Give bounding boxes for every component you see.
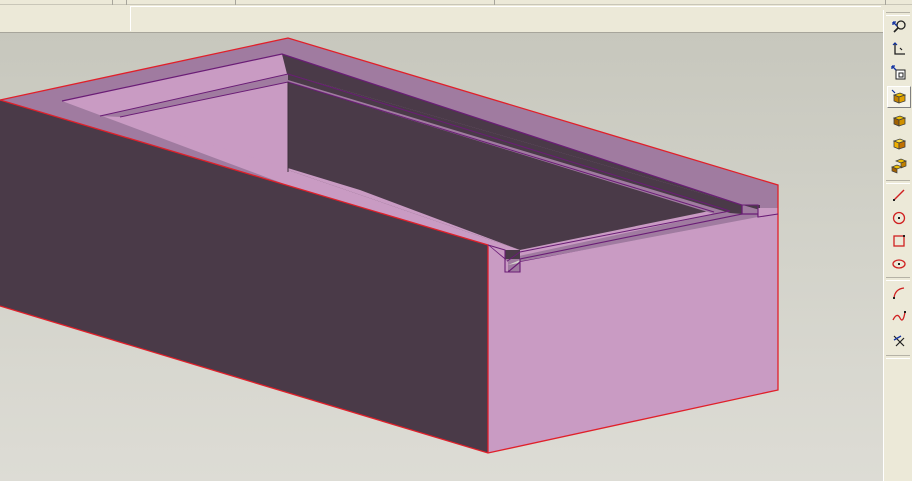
multi-cube-icon — [891, 158, 907, 174]
toolbar-separator — [235, 0, 236, 5]
rectangle-tool-icon — [893, 235, 905, 247]
toolbar-separator — [885, 0, 886, 5]
zoom-window-button[interactable] — [887, 62, 911, 84]
trim-tool-button[interactable] — [887, 330, 911, 352]
wireframe-cube-icon — [892, 138, 907, 150]
wireframe-view-button[interactable] — [887, 132, 911, 154]
shaded-cube-icon — [891, 89, 907, 104]
toolbar-separator — [112, 0, 113, 5]
zoom-view-icon — [892, 20, 906, 33]
ellipse-tool-button[interactable] — [887, 253, 911, 275]
line-tool-button[interactable] — [887, 184, 911, 206]
shaded-view-button[interactable] — [887, 86, 911, 108]
toolbar-grip[interactable] — [886, 355, 910, 359]
hidden-line-view-button[interactable] — [887, 109, 911, 131]
right-toolbar — [883, 10, 912, 481]
spline-tool-button[interactable] — [887, 305, 911, 327]
axis-corner-icon — [892, 42, 905, 55]
toolbar-separator — [494, 0, 495, 5]
circle-tool-button[interactable] — [887, 207, 911, 229]
rectangle-tool-button[interactable] — [887, 230, 911, 252]
zoom-window-icon — [891, 65, 906, 80]
toolbar-separator — [126, 0, 127, 5]
multi-view-button[interactable] — [887, 155, 911, 177]
toolbar-panel — [130, 6, 881, 31]
zoom-view-button[interactable] — [887, 16, 911, 38]
spline-tool-icon — [892, 311, 906, 321]
arc-tool-button[interactable] — [887, 282, 911, 304]
ellipse-tool-icon — [892, 259, 906, 269]
line-tool-icon — [893, 189, 905, 201]
circle-tool-icon — [892, 211, 906, 225]
hidden-line-cube-icon — [892, 115, 907, 127]
3d-viewport[interactable] — [0, 33, 883, 481]
toolbar-grip[interactable] — [886, 277, 910, 281]
arc-tool-icon — [893, 287, 905, 299]
axis-corner-button[interactable] — [887, 38, 911, 60]
top-toolbar-area — [0, 0, 912, 33]
box-model[interactable] — [0, 33, 883, 481]
menu-strip — [0, 0, 912, 5]
trim-tool-icon — [893, 335, 905, 347]
